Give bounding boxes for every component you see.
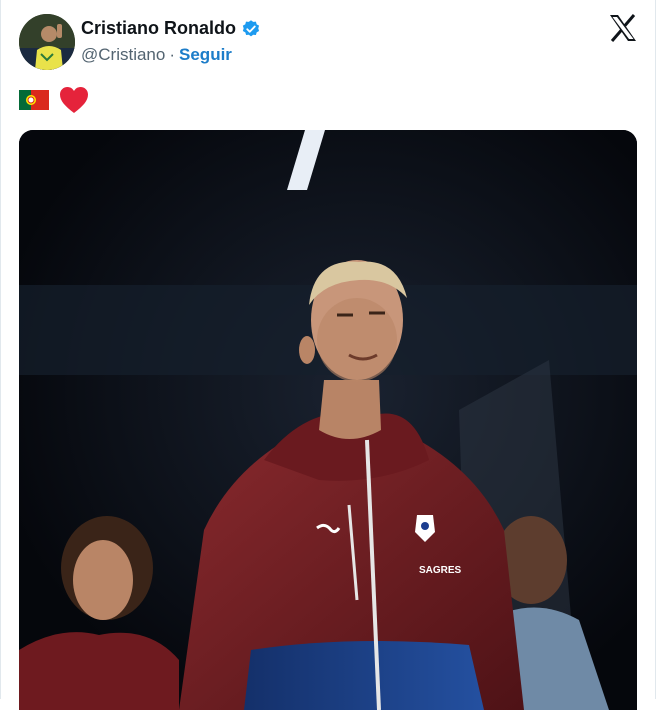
author-display-name[interactable]: Cristiano Ronaldo xyxy=(81,18,236,39)
x-logo-icon[interactable] xyxy=(608,14,638,42)
verified-badge-icon xyxy=(241,19,261,39)
avatar[interactable] xyxy=(19,14,75,70)
author-handle[interactable]: @Cristiano xyxy=(81,45,165,65)
tweet-media-photo[interactable]: SAGRES xyxy=(19,130,637,710)
follow-button[interactable]: Seguir xyxy=(179,45,232,65)
red-heart-icon xyxy=(59,86,89,114)
portugal-flag-icon xyxy=(19,90,49,110)
shirt-sponsor-text: SAGRES xyxy=(419,565,462,576)
separator-dot: · xyxy=(169,45,176,64)
